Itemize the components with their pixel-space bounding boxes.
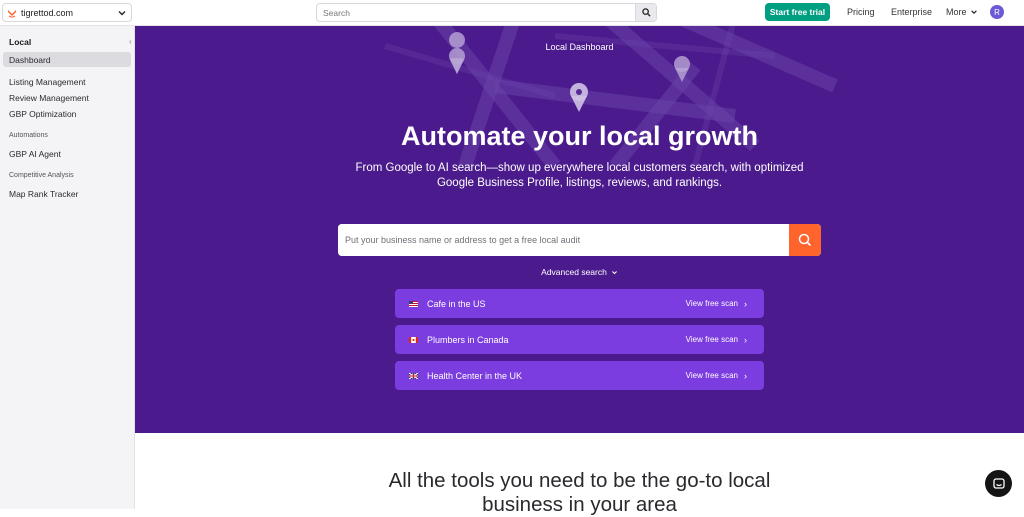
hero-subtitle-line-1: From Google to AI search—show up everywh… xyxy=(355,162,804,174)
sample-scan-label: Cafe in the US xyxy=(427,298,486,309)
hero-section: Local Dashboard Automate your local grow… xyxy=(135,26,1024,433)
search-icon xyxy=(641,8,651,17)
view-free-scan-link[interactable]: View free scan xyxy=(686,299,738,308)
sidebar-item-gbp-ai-agent[interactable]: GBP AI Agent xyxy=(3,146,131,161)
sidebar: ‹ Local Dashboard Listing Management Rev… xyxy=(0,26,135,509)
sidebar-item-map-rank-tracker[interactable]: Map Rank Tracker xyxy=(3,186,131,201)
project-selector[interactable]: tigrettod.com xyxy=(2,3,132,22)
chevron-right-icon: › xyxy=(744,334,747,345)
uk-flag-icon xyxy=(409,372,418,379)
advanced-search-toggle[interactable]: Advanced search xyxy=(135,267,1024,277)
chevron-right-icon: › xyxy=(744,298,747,309)
more-menu[interactable]: More xyxy=(946,7,978,17)
view-free-scan-link[interactable]: View free scan xyxy=(686,335,738,344)
sample-scan-uk[interactable]: Health Center in the UK View free scan › xyxy=(395,361,764,390)
sidebar-item-review-management[interactable]: Review Management xyxy=(3,90,131,105)
sample-scan-canada[interactable]: Plumbers in Canada View free scan › xyxy=(395,325,764,354)
local-audit-search xyxy=(338,224,821,256)
pricing-link[interactable]: Pricing xyxy=(847,7,875,17)
search-input[interactable] xyxy=(317,4,635,21)
sidebar-item-gbp-optimization[interactable]: GBP Optimization xyxy=(3,106,131,121)
top-bar: tigrettod.com Start free trial Pricing E… xyxy=(0,0,1024,26)
start-free-trial-button[interactable]: Start free trial xyxy=(765,3,830,21)
audit-search-button[interactable] xyxy=(789,224,821,256)
chat-icon xyxy=(992,477,1005,489)
chat-widget-button[interactable] xyxy=(985,470,1012,497)
sidebar-title: Local xyxy=(9,37,32,47)
hero-subtitle: From Google to AI search—show up everywh… xyxy=(335,161,824,190)
us-flag-icon xyxy=(409,300,418,307)
sidebar-section-competitive-analysis: Competitive Analysis xyxy=(9,172,74,179)
more-label: More xyxy=(946,7,967,17)
tools-title-line-1: All the tools you need to be the go-to l… xyxy=(388,469,771,492)
chevron-right-icon: › xyxy=(744,370,747,381)
hero-subtitle-line-2: Google Business Profile, listings, revie… xyxy=(436,176,723,189)
global-search xyxy=(316,3,657,22)
sidebar-section-automations: Automations xyxy=(9,132,48,139)
project-name: tigrettod.com xyxy=(21,7,74,18)
tools-section-title: All the tools you need to be the go-to l… xyxy=(135,469,1024,517)
sidebar-item-listing-management[interactable]: Listing Management xyxy=(3,74,131,89)
view-free-scan-link[interactable]: View free scan xyxy=(686,371,738,380)
sample-scan-us[interactable]: Cafe in the US View free scan › xyxy=(395,289,764,318)
sample-scan-label: Health Center in the UK xyxy=(427,370,523,381)
project-logo-icon xyxy=(7,8,17,18)
enterprise-link[interactable]: Enterprise xyxy=(891,7,932,17)
hero-kicker: Local Dashboard xyxy=(545,42,614,52)
tools-title-line-2: business in your area xyxy=(482,493,677,516)
sidebar-item-dashboard[interactable]: Dashboard xyxy=(3,52,131,67)
search-icon xyxy=(798,233,812,247)
ca-flag-icon xyxy=(409,336,418,343)
chevron-down-icon xyxy=(117,8,127,18)
business-audit-input[interactable] xyxy=(338,224,789,256)
avatar[interactable]: R xyxy=(990,5,1004,19)
chevron-down-icon xyxy=(611,270,617,274)
advanced-search-label: Advanced search xyxy=(541,267,607,277)
hero-title: Automate your local growth xyxy=(400,121,759,151)
search-button[interactable] xyxy=(635,4,656,21)
sample-scan-label: Plumbers in Canada xyxy=(427,334,509,345)
chevron-down-icon xyxy=(970,10,977,15)
